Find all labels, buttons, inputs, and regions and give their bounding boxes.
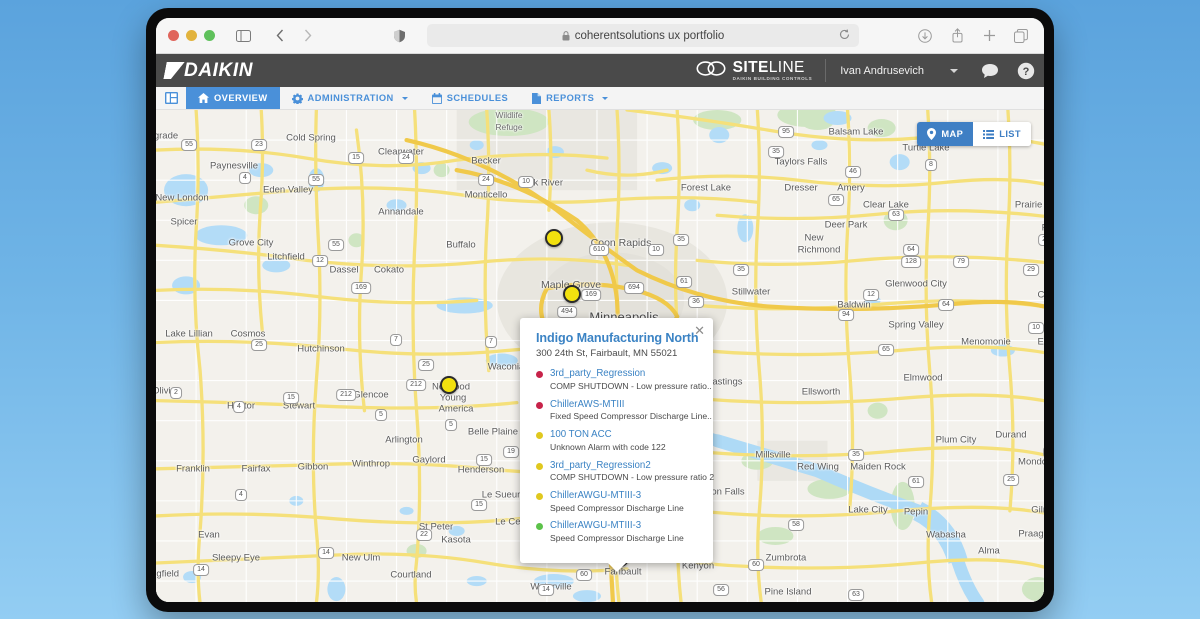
list-icon [983, 129, 995, 139]
home-icon [198, 93, 209, 103]
nav-item-schedules[interactable]: SCHEDULES [420, 87, 520, 109]
map-pin-icon [927, 128, 937, 140]
alarm-row[interactable]: 3rd_party_Regression COMP SHUTDOWN - Low … [536, 368, 712, 391]
alarm-name[interactable]: 100 TON ACC [550, 429, 666, 441]
marker-norwood[interactable] [440, 376, 458, 394]
popup-title: Indigo Manufacturing North [536, 331, 699, 345]
alarm-name[interactable]: ChillerAWGU-MTIII-3 [550, 520, 684, 532]
alarm-name[interactable]: 3rd_party_Regression [550, 368, 712, 380]
chevron-right-icon[interactable] [297, 25, 319, 47]
popup-address: 300 24th St, Fairbault, MN 55021 [536, 348, 678, 360]
siteline-wordmark: SITELINE DAIKIN BUILDING CONTROLS [732, 58, 813, 82]
share-icon[interactable] [946, 25, 968, 47]
map-canvas[interactable]: Minneapolis Coon Rapids Maple Grove Cold Sp… [156, 110, 1044, 602]
map-view-label: MAP [941, 129, 964, 139]
list-view-label: LIST [999, 129, 1021, 139]
device-frame: coherentsolutions ux portfolio DAIKIN SI… [146, 8, 1054, 612]
nav-item-reports[interactable]: REPORTS [520, 87, 620, 109]
alarm-status-dot [536, 432, 543, 440]
alarm-description: Speed Compressor Discharge Line [550, 532, 684, 543]
calendar-icon [431, 92, 442, 104]
reload-icon[interactable] [839, 27, 850, 45]
nav-label-administration: ADMINISTRATION [307, 93, 394, 103]
alarm-name[interactable]: ChillerAWGU-MTIII-3 [550, 490, 684, 502]
siteline-tagline: DAIKIN BUILDING CONTROLS [732, 75, 813, 81]
marker-coon-rapids[interactable] [545, 229, 563, 247]
browser-right-actions[interactable] [914, 25, 1032, 47]
nav-label-schedules: SCHEDULES [446, 93, 509, 103]
browser-window: coherentsolutions ux portfolio DAIKIN SI… [156, 18, 1044, 602]
gear-icon [291, 93, 303, 104]
alarm-row[interactable]: 3rd_party_Regression2 COMP SHUTDOWN - Low… [536, 460, 714, 483]
alarm-status-dot [536, 462, 543, 470]
siteline-logo: SITELINE DAIKIN BUILDING CONTROLS [696, 59, 827, 82]
map-view-button[interactable]: MAP [917, 122, 974, 146]
list-view-button[interactable]: LIST [973, 122, 1031, 146]
alarm-status-dot [536, 401, 543, 409]
chevron-down-icon[interactable] [401, 96, 408, 100]
nav-label-overview: OVERVIEW [214, 93, 268, 103]
view-toggle[interactable]: MAP LIST [917, 122, 1031, 146]
alarm-description: COMP SHUTDOWN - Low pressure ratio.. [550, 381, 712, 392]
alarm-description: Unknown Alarm with code 122 [550, 441, 666, 452]
siteline-line: LINE [768, 58, 805, 76]
nav-item-administration[interactable]: ADMINISTRATION [280, 87, 420, 109]
alarm-status-dot [536, 523, 543, 531]
help-circle-icon[interactable]: ? [1008, 62, 1044, 80]
daikin-brand-text: DAIKIN [184, 59, 254, 81]
alarm-description: Speed Compressor Discharge Line [550, 502, 684, 513]
browser-nav-arrows[interactable] [269, 25, 319, 47]
alarm-row[interactable]: ChillerAWGU-MTIII-3 Speed Compressor Disc… [536, 490, 699, 513]
address-bar-text: coherentsolutions ux portfolio [562, 29, 725, 42]
alarm-row[interactable]: ChillerAWGU-MTIII-3 Speed Compressor Disc… [536, 520, 699, 543]
sidebar-toggle-icon[interactable] [232, 25, 254, 47]
daikin-mark-icon [163, 62, 184, 79]
alarm-name[interactable]: 3rd_party_Regression2 [550, 460, 714, 472]
plus-icon[interactable] [978, 25, 1000, 47]
window-traffic-lights[interactable] [168, 30, 215, 41]
main-nav[interactable]: OVERVIEW ADMINISTRATION SCHEDULES REPORT… [156, 87, 1044, 110]
privacy-shield-icon[interactable] [388, 25, 410, 47]
tab-overview-icon[interactable] [1010, 25, 1032, 47]
document-icon [532, 92, 542, 104]
close-window-button[interactable] [168, 30, 179, 41]
chevron-down-icon[interactable] [602, 96, 609, 100]
alarm-row[interactable]: 100 TON ACC Unknown Alarm with code 122 [536, 429, 699, 452]
url-text: coherentsolutions ux portfolio [574, 29, 725, 42]
marker-minneapolis[interactable] [563, 285, 581, 303]
lock-icon [562, 30, 570, 40]
alarm-status-dot [536, 492, 543, 500]
nav-label-reports: REPORTS [546, 93, 595, 103]
siteline-site: SITE [732, 58, 769, 76]
alarm-row[interactable]: ChillerAWS-MTIII Fixed Speed Compressor D… [536, 399, 712, 422]
browser-toolbar: coherentsolutions ux portfolio [156, 18, 1044, 54]
download-icon[interactable] [914, 25, 936, 47]
siteline-mark-icon [696, 60, 726, 82]
chevron-left-icon[interactable] [269, 25, 291, 47]
alarm-name[interactable]: ChillerAWS-MTIII [550, 399, 712, 411]
daikin-logo[interactable]: DAIKIN [156, 60, 253, 82]
chevron-down-icon[interactable] [950, 68, 958, 73]
svg-text:?: ? [1023, 66, 1030, 78]
site-info-popup[interactable]: ✕ Indigo Manufacturing North 300 24th St… [520, 318, 714, 563]
alarm-description: COMP SHUTDOWN - Low pressure ratio 2 [550, 472, 715, 483]
maximize-window-button[interactable] [204, 30, 215, 41]
alarm-list: 3rd_party_Regression COMP SHUTDOWN - Low … [536, 368, 714, 543]
app-header: DAIKIN SITELINE DAIKIN BUILDING CONTROLS… [156, 54, 1044, 87]
user-menu[interactable]: Ivan Andrusevich [826, 65, 972, 77]
close-icon[interactable]: ✕ [694, 324, 705, 337]
minimize-window-button[interactable] [186, 30, 197, 41]
nav-item-overview[interactable]: OVERVIEW [186, 87, 280, 109]
dashboard-panel-icon[interactable] [156, 87, 186, 109]
alarm-status-dot [536, 371, 543, 379]
alarm-description: Fixed Speed Compressor Discharge Line.. [550, 411, 712, 422]
chat-bubble-icon[interactable] [972, 63, 1008, 79]
address-bar[interactable]: coherentsolutions ux portfolio [427, 24, 859, 47]
user-name: Ivan Andrusevich [840, 64, 924, 77]
